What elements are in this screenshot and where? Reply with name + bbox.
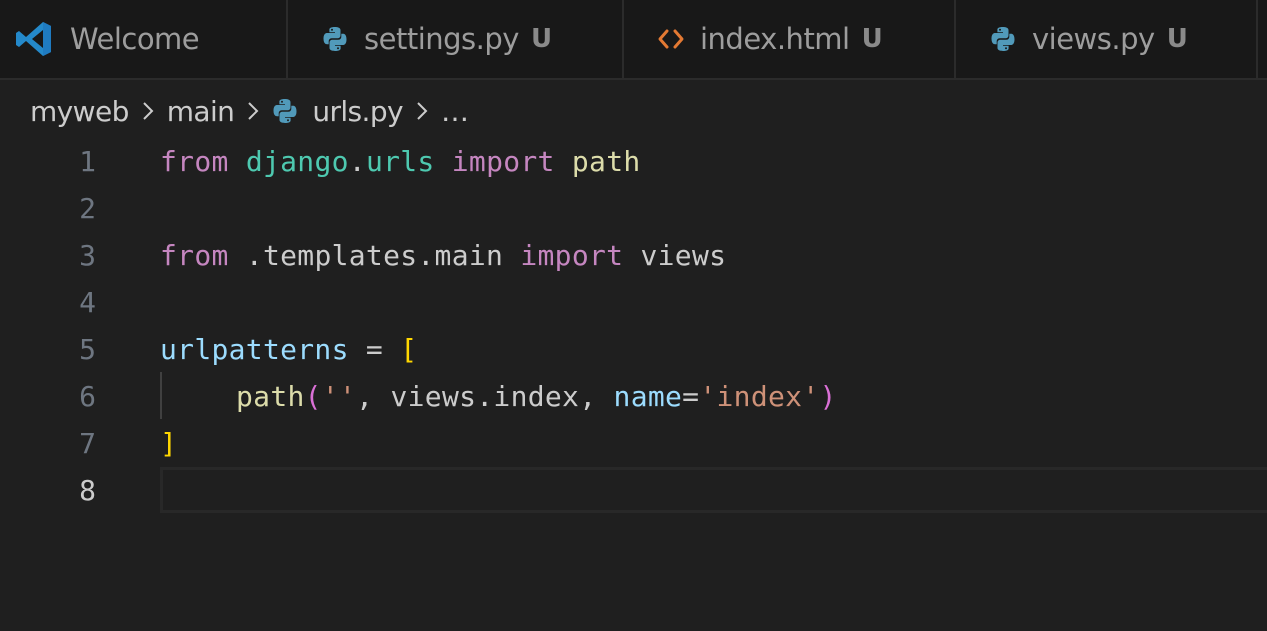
code-text: ]	[160, 427, 178, 460]
python-icon	[322, 26, 348, 52]
python-icon	[272, 98, 298, 124]
breadcrumb-item-urls-py[interactable]: urls.py	[312, 95, 403, 128]
code-text: from django.urls import path	[160, 145, 641, 178]
tab-label: Welcome	[70, 22, 200, 56]
line-number: 4	[79, 286, 96, 319]
breadcrumb-item-myweb[interactable]: myweb	[30, 95, 129, 128]
tab-welcome[interactable]: Welcome	[0, 0, 288, 80]
code-line[interactable]: 7 ]	[0, 420, 1267, 467]
python-icon	[990, 26, 1016, 52]
code-line-active[interactable]: 8	[0, 467, 1267, 514]
code-editor[interactable]: 1 from django.urls import path 2 3 from …	[0, 138, 1267, 631]
code-line[interactable]: 2	[0, 185, 1267, 232]
tab-bar-empty-space[interactable]	[1258, 0, 1267, 80]
code-text: from .templates.main import views	[160, 239, 727, 272]
tab-label: views.py	[1032, 22, 1155, 56]
chevron-right-icon	[415, 99, 429, 123]
line-number: 5	[79, 333, 96, 366]
untracked-badge: U	[861, 24, 883, 54]
breadcrumb-item-main[interactable]: main	[167, 95, 235, 128]
untracked-badge: U	[530, 24, 553, 54]
code-text: urlpatterns = [	[160, 333, 418, 366]
tab-index-html[interactable]: index.html U	[624, 0, 956, 80]
line-number: 7	[79, 427, 96, 460]
code-line[interactable]: 6 path('', views.index, name='index')	[0, 373, 1267, 420]
tab-settings-py[interactable]: settings.py U	[288, 0, 624, 80]
breadcrumb-item-symbols[interactable]: …	[441, 95, 469, 128]
tab-views-py[interactable]: views.py U	[956, 0, 1258, 80]
line-number: 3	[79, 239, 96, 272]
code-text: path('', views.index, name='index')	[236, 380, 837, 413]
vscode-icon	[14, 19, 54, 59]
chevron-right-icon	[246, 99, 260, 123]
line-number: 1	[79, 145, 96, 178]
line-number: 2	[79, 192, 96, 225]
breadcrumb: myweb main urls.py …	[30, 88, 469, 134]
line-number: 8	[79, 474, 96, 507]
code-line[interactable]: 3 from .templates.main import views	[0, 232, 1267, 279]
code-line[interactable]: 4	[0, 279, 1267, 326]
line-number: 6	[79, 380, 96, 413]
editor-tab-bar: Welcome settings.py U index.html U views…	[0, 0, 1267, 80]
untracked-badge: U	[1166, 24, 1188, 54]
code-line[interactable]: 5 urlpatterns = [	[0, 326, 1267, 373]
tab-label: index.html	[700, 22, 850, 56]
code-line[interactable]: 1 from django.urls import path	[0, 138, 1267, 185]
html-icon	[658, 28, 684, 50]
tab-label: settings.py	[364, 22, 519, 56]
chevron-right-icon	[141, 99, 155, 123]
